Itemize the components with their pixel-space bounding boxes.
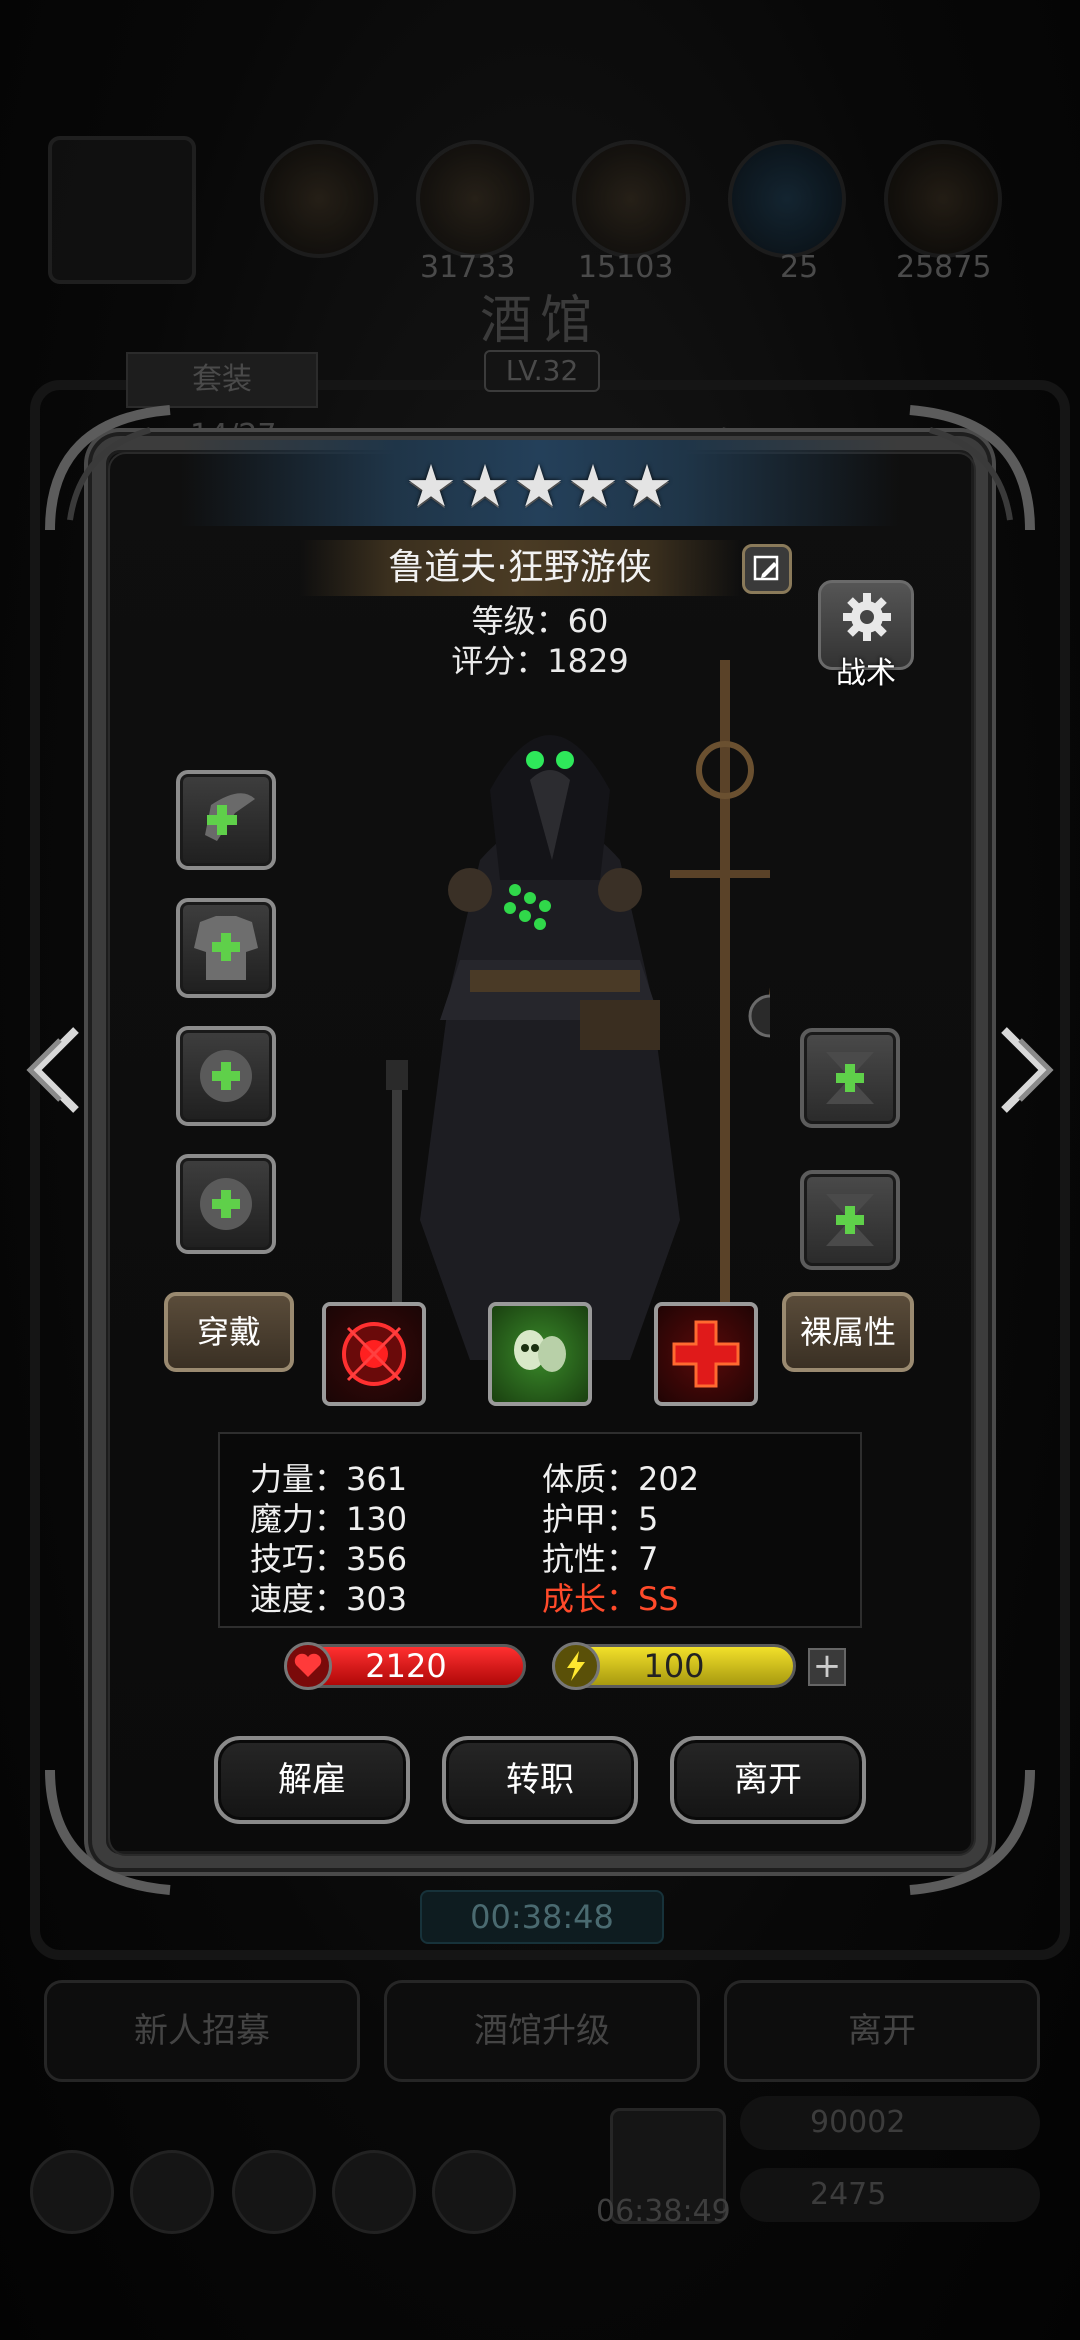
leave-button[interactable]: 离开: [670, 1736, 866, 1824]
hero-portrait: [386, 660, 770, 1360]
ring-plus-icon: [200, 1050, 252, 1102]
hourglass-plus-icon: [826, 1052, 874, 1104]
lightning-icon: [552, 1642, 600, 1690]
add-energy-button[interactable]: +: [808, 1648, 846, 1686]
star-rating: ★★★★★: [405, 452, 675, 520]
menu-icon[interactable]: [232, 2150, 316, 2234]
corner-ornament: [45, 1769, 171, 1895]
skill-slot-3[interactable]: [654, 1302, 758, 1406]
resource-icon: [884, 140, 1002, 258]
menu-icon[interactable]: [130, 2150, 214, 2234]
equip-button[interactable]: 穿戴: [164, 1292, 294, 1372]
resource-icon: [572, 140, 690, 258]
accessory-slot-2[interactable]: [176, 1154, 276, 1254]
ring-plus-icon: [200, 1178, 252, 1230]
menu-icon[interactable]: [332, 2150, 416, 2234]
tactics-label: 战术: [836, 656, 896, 691]
skill-slot-1[interactable]: [322, 1302, 426, 1406]
bg-avatar: [48, 136, 196, 284]
item-slot-1[interactable]: [800, 1028, 900, 1128]
hourglass-plus-icon: [826, 1194, 874, 1246]
prev-hero-arrow[interactable]: [16, 1020, 86, 1120]
resource-icon: [416, 140, 534, 258]
recruit-button[interactable]: 新人招募: [44, 1980, 360, 2082]
gear-icon: [843, 593, 891, 641]
bg-timer: 00:38:48: [420, 1890, 664, 1944]
skill-slot-2[interactable]: [488, 1302, 592, 1406]
armor-slot[interactable]: [176, 898, 276, 998]
menu-icon[interactable]: [30, 2150, 114, 2234]
tavern-title: 酒馆: [479, 291, 600, 351]
weapon-plus-icon: [205, 793, 255, 841]
resource-icon: [260, 140, 378, 258]
next-hero-arrow[interactable]: [994, 1020, 1064, 1120]
base-attributes-button[interactable]: 裸属性: [782, 1292, 914, 1372]
upgrade-tavern-button[interactable]: 酒馆升级: [384, 1980, 700, 2082]
chest-timer: 06:38:49: [596, 2194, 731, 2229]
corner-ornament: [909, 1769, 1035, 1895]
pencil-icon: [753, 555, 779, 581]
gem-display: 2475: [740, 2168, 1040, 2222]
change-class-button[interactable]: 转职: [442, 1736, 638, 1824]
dismiss-button[interactable]: 解雇: [214, 1736, 410, 1824]
rename-button[interactable]: [742, 544, 792, 594]
heart-icon: [284, 1642, 332, 1690]
bg-leave-button[interactable]: 离开: [724, 1980, 1040, 2082]
stat-speed: 速度：303: [250, 1580, 408, 1618]
tavern-level: LV.32: [484, 350, 600, 392]
menu-icon[interactable]: [432, 2150, 516, 2234]
item-slot-2[interactable]: [800, 1170, 900, 1270]
stat-growth: 成长：SS: [542, 1580, 679, 1618]
target-skill-icon: [342, 1322, 406, 1386]
weapon-slot[interactable]: [176, 770, 276, 870]
resource-icon: [728, 140, 846, 258]
hero-name: 鲁道夫·狂野游侠: [300, 540, 740, 596]
cross-skill-icon: [672, 1320, 740, 1388]
armor-plus-icon: [194, 916, 258, 980]
skull-skill-icon: [514, 1330, 566, 1372]
gold-display: 90002: [740, 2096, 1040, 2150]
accessory-slot-1[interactable]: [176, 1026, 276, 1126]
